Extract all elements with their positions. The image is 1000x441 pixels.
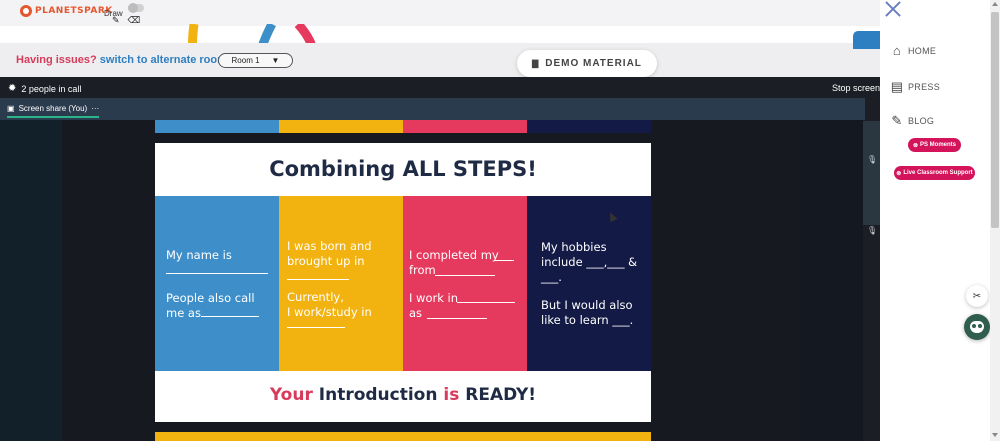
demo-material-button[interactable]: ▇ DEMO MATERIAL: [517, 50, 657, 77]
tools-button[interactable]: ✂: [966, 285, 988, 307]
slide-column-name: My name is People also call me as: [155, 196, 279, 371]
people-count: ✹ 2 people in call: [8, 83, 81, 94]
blank-line: [166, 273, 268, 274]
participant-video-thumb[interactable]: [863, 121, 880, 225]
room-select[interactable]: Room 1 ▼: [218, 53, 293, 68]
eraser-icon[interactable]: ⌫: [128, 15, 141, 26]
tools-icon: ✂: [972, 290, 982, 302]
ps-moments-label: PS Moments: [920, 142, 957, 148]
stop-screen-button[interactable]: Stop screen: [832, 83, 880, 93]
draw-toggle[interactable]: [128, 3, 144, 13]
scroll-up-icon[interactable]: [992, 2, 998, 6]
screen-share-tab[interactable]: ▣ Screen share (You) ···: [7, 104, 100, 118]
slide-title: Combining ALL STEPS!: [269, 157, 537, 181]
issues-text: Having issues? switch to alternate room: [16, 54, 227, 66]
nav-blog-label: BLOG: [908, 116, 935, 126]
stage-left-margin: [0, 120, 62, 441]
ps-moments-icon: ⊗: [912, 142, 918, 149]
footer-word: is: [443, 385, 460, 405]
slide-text: I work in as: [409, 291, 459, 320]
live-support-button[interactable]: ⊗ Live Classroom Support: [894, 166, 975, 180]
slide-text: I was born and brought up in: [287, 239, 372, 268]
nav-press-label: PRESS: [908, 82, 941, 92]
slide-text: But I would also like to learn ___.: [541, 298, 634, 327]
nav-home[interactable]: ⌂ HOME: [890, 43, 936, 58]
live-support-label: Live Classroom Support: [903, 170, 973, 176]
nav-press[interactable]: ▤ PRESS: [890, 79, 940, 95]
close-icon[interactable]: [884, 0, 902, 18]
slide-text: My hobbies include ___,___ & ___.: [541, 240, 638, 284]
issues-prefix: Having issues?: [16, 54, 97, 66]
slide-columns: My name is People also call me as I was …: [155, 196, 651, 371]
planetspark-logo[interactable]: PLANETSPARK: [20, 5, 113, 17]
footer-word: Your: [269, 385, 313, 405]
slide-text: My name is: [166, 248, 232, 262]
slide-column-hobbies: My hobbies include ___,___ & ___. But I …: [527, 196, 651, 371]
blank-line: [435, 275, 495, 276]
top-bar: PLANETSPARK Draw ✎ ⌫: [0, 0, 880, 26]
people-count-label: 2 people in call: [21, 83, 82, 94]
share-strip: ▣ Screen share (You) ···: [0, 98, 865, 120]
more-options-icon[interactable]: ···: [91, 104, 99, 113]
blank-line: [287, 279, 349, 280]
folder-icon: ▇: [532, 59, 540, 68]
blank-line: [287, 327, 345, 328]
draw-controls: Draw ✎ ⌫: [104, 3, 144, 25]
blank-line: [457, 302, 515, 303]
nav-blog[interactable]: ✎ BLOG: [890, 113, 934, 129]
footer-word: READY!: [459, 385, 537, 405]
right-sidebar: ⌂ HOME ▤ PRESS ✎ BLOG ⊗ PS Moments ⊗ Liv…: [880, 0, 1000, 441]
footer-word: Introduction: [312, 385, 444, 405]
slide-column-education: I completed my from I work in as: [403, 196, 527, 371]
logo-text: PLANETSPARK: [35, 6, 113, 16]
next-slide-edge: [155, 432, 651, 441]
call-header: ✹ 2 people in call Stop screen: [0, 77, 880, 98]
switch-room-link[interactable]: switch to alternate room: [100, 54, 227, 66]
blue-side-tab[interactable]: [853, 31, 880, 49]
draw-tools: ✎ ⌫: [112, 15, 140, 26]
gear-icon[interactable]: ✹: [8, 83, 16, 94]
owl-icon: [970, 321, 984, 333]
slide-footer: Your Introduction is READY!: [155, 385, 651, 405]
page-scrollbar[interactable]: [990, 0, 1000, 441]
pencil-icon: ✎: [891, 113, 903, 128]
screen-share-icon: ▣: [7, 104, 15, 113]
blank-line: [494, 260, 514, 261]
room-select-value: Room 1: [231, 56, 260, 65]
previous-slide-edge: [155, 120, 651, 133]
scroll-down-icon[interactable]: [992, 433, 998, 437]
mic-icon: 🎙: [867, 226, 878, 235]
slide-text: Currently, I work/study in: [287, 290, 372, 319]
newspaper-icon: ▤: [890, 79, 904, 94]
owl-assistant-button[interactable]: [964, 314, 990, 340]
ps-moments-button[interactable]: ⊗ PS Moments: [908, 138, 961, 152]
scroll-thumb[interactable]: [991, 12, 999, 228]
issues-bar: Having issues? switch to alternate room …: [0, 43, 880, 77]
home-icon: ⌂: [892, 43, 902, 58]
demo-material-label: DEMO MATERIAL: [545, 58, 642, 69]
pencil-icon[interactable]: ✎: [112, 15, 120, 26]
chevron-down-icon: ▼: [271, 56, 280, 65]
blank-line: [201, 316, 259, 317]
slide-column-origin: I was born and brought up in Currently, …: [279, 196, 403, 371]
mic-icon: 🎙: [867, 155, 878, 164]
shared-slide: Combining ALL STEPS! My name is People a…: [155, 143, 651, 422]
live-support-icon: ⊗: [896, 170, 902, 177]
screen-share-label: Screen share (You): [18, 104, 88, 113]
slide-text: I completed my from: [409, 248, 499, 277]
nav-home-label: HOME: [908, 45, 937, 56]
planetspark-logo-icon: [20, 5, 32, 17]
blank-line: [427, 318, 487, 319]
